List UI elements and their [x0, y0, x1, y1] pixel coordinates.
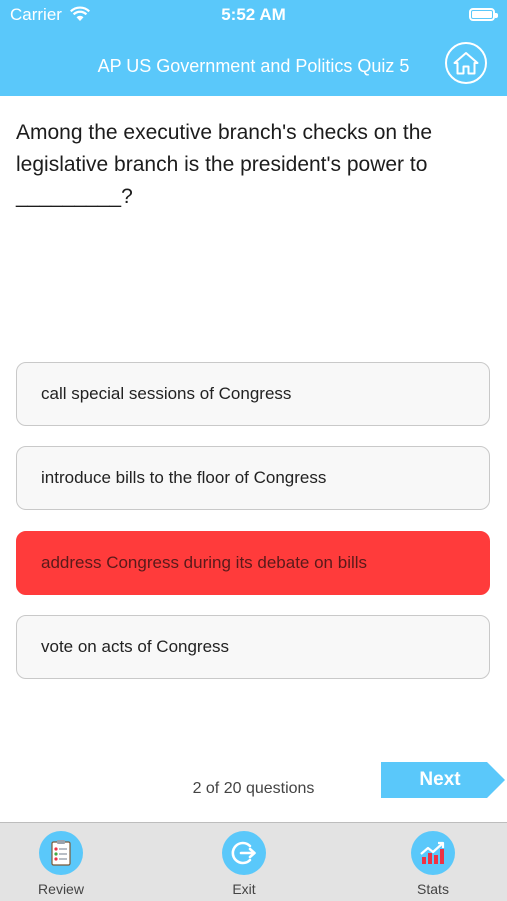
home-button[interactable]: [445, 42, 487, 84]
answer-label: vote on acts of Congress: [41, 637, 230, 656]
answer-option-3[interactable]: address Congress during its debate on bi…: [16, 531, 490, 595]
tab-exit-label: Exit: [232, 881, 256, 897]
question-text: Among the executive branch's checks on t…: [16, 121, 433, 208]
tab-exit[interactable]: Exit: [194, 831, 294, 897]
answer-label: address Congress during its debate on bi…: [41, 553, 368, 572]
tab-stats[interactable]: Stats: [383, 831, 483, 897]
answer-option-4[interactable]: vote on acts of Congress: [16, 615, 490, 679]
home-icon: [453, 52, 479, 75]
app-header: Carrier 5:52 AM AP US Government and Pol…: [0, 0, 507, 96]
review-icon: [39, 831, 83, 875]
answer-label: call special sessions of Congress: [41, 384, 292, 403]
answer-label: introduce bills to the floor of Congress: [41, 468, 327, 487]
tab-review[interactable]: Review: [11, 831, 111, 897]
tab-stats-label: Stats: [417, 881, 449, 897]
page-title: AP US Government and Politics Quiz 5: [97, 56, 410, 76]
exit-icon: [222, 831, 266, 875]
next-button[interactable]: Next: [381, 762, 507, 798]
tab-bar: Review Exit Stats: [0, 822, 507, 901]
next-label: Next: [419, 769, 461, 790]
answer-option-2[interactable]: introduce bills to the floor of Congress: [16, 446, 490, 510]
stats-icon: [411, 831, 455, 875]
status-bar: Carrier 5:52 AM: [0, 0, 507, 30]
answer-option-1[interactable]: call special sessions of Congress: [16, 362, 490, 426]
battery-icon: [469, 8, 498, 21]
status-time: 5:52 AM: [221, 5, 286, 24]
tab-review-label: Review: [38, 881, 84, 897]
